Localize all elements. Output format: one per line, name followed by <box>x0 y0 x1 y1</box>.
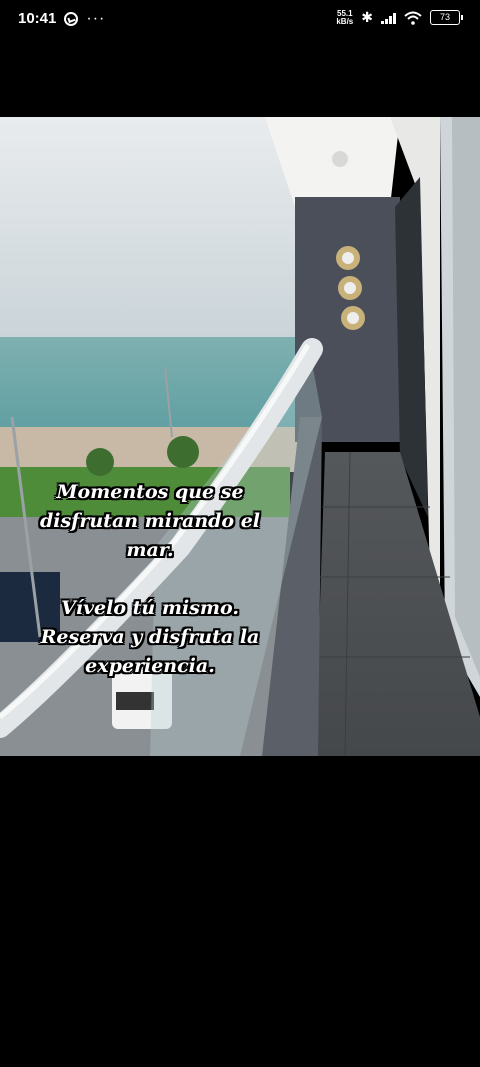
caption-line: Momentos que se <box>56 481 244 503</box>
caption-line: disfrutan mirando el <box>39 510 261 532</box>
wifi-icon <box>404 11 422 25</box>
more-notifications-icon: ··· <box>86 9 106 27</box>
photo-caption: Momentos que se disfrutan mirando el mar… <box>0 478 300 681</box>
caption-line: Vívelo tú mismo. <box>61 597 239 619</box>
battery-icon: 73 <box>430 10 463 25</box>
balcony-photo[interactable]: Momentos que se disfrutan mirando el mar… <box>0 117 480 756</box>
caption-line: Reserva y disfruta la <box>40 626 260 648</box>
whatsapp-icon <box>64 11 79 26</box>
caption-line: experiencia. <box>85 655 215 677</box>
status-bar: 10:41 ··· 55.1 kB/s ✱ 73 <box>0 0 480 40</box>
status-left: 10:41 ··· <box>18 10 105 27</box>
signal-icon <box>381 12 396 24</box>
status-right: 55.1 kB/s ✱ 73 <box>336 9 463 26</box>
bluetooth-icon: ✱ <box>361 9 373 25</box>
status-time: 10:41 <box>18 10 57 27</box>
caption-line: mar. <box>126 539 174 561</box>
network-speed-unit: kB/s <box>336 16 354 26</box>
network-speed: 55.1 kB/s <box>336 9 354 26</box>
